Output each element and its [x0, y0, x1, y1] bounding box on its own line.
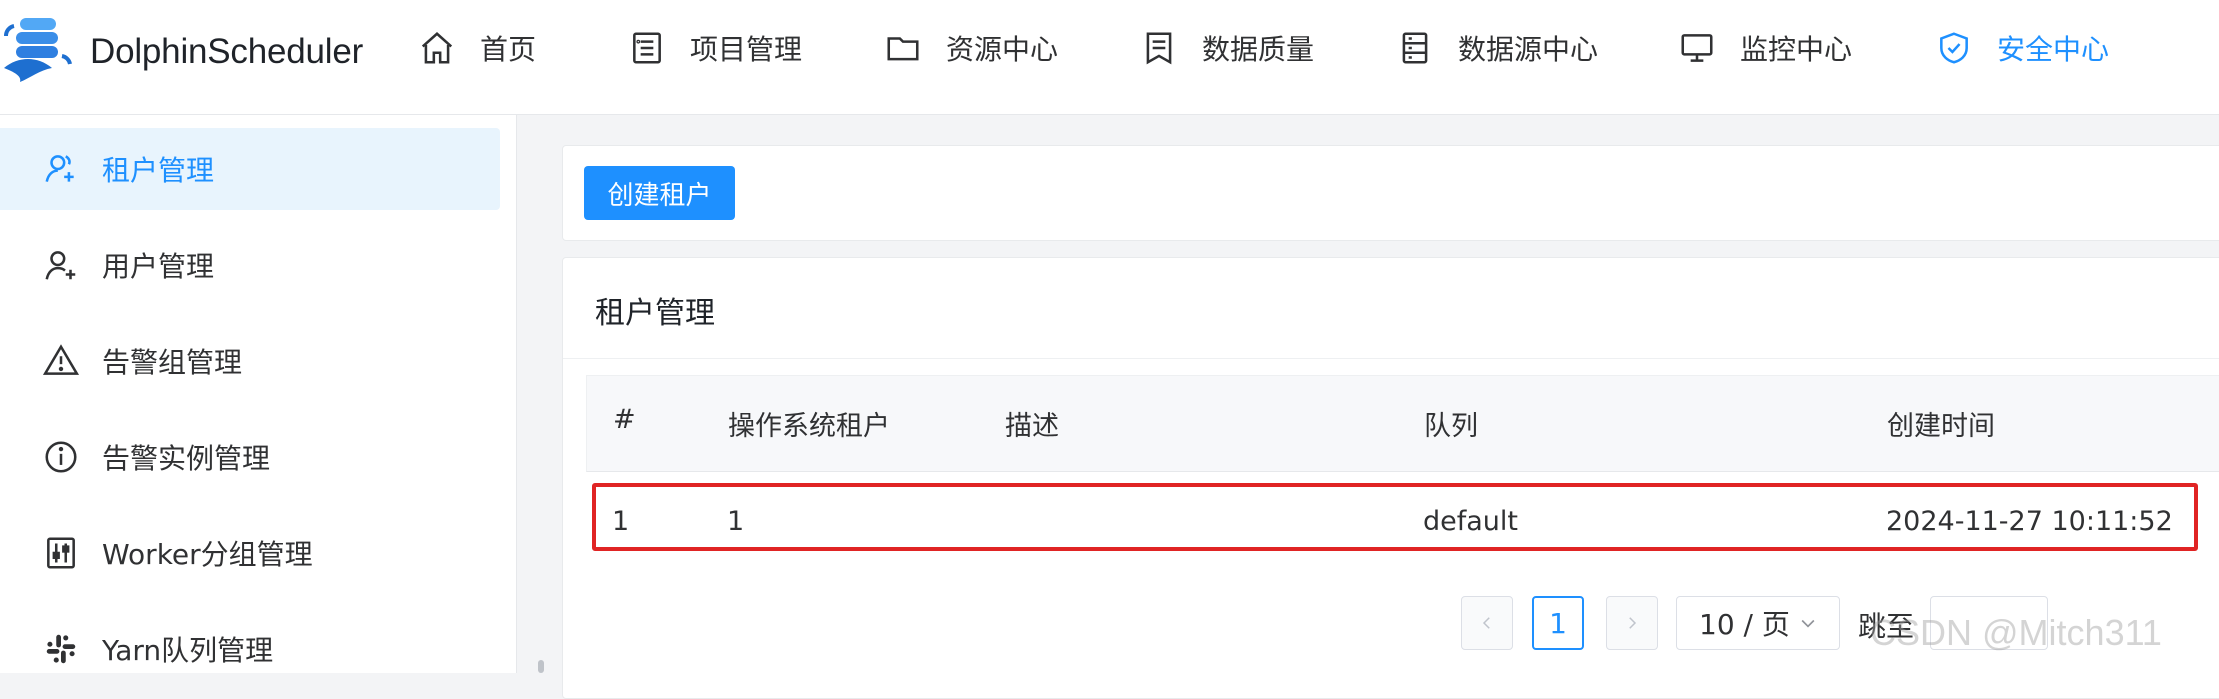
next-page-button[interactable]	[1606, 596, 1658, 650]
sidebar-item-tenant[interactable]: 租户管理	[0, 128, 500, 210]
user-add-icon	[45, 251, 76, 280]
sidebar-item-alert-groups[interactable]: 告警组管理	[0, 320, 500, 402]
nav-label: 项目管理	[690, 33, 803, 66]
shield-check-icon	[1940, 32, 1968, 64]
nav-projects[interactable]: 项目管理	[628, 24, 802, 72]
home-icon	[421, 32, 453, 64]
tenant-table: # 操作系统租户 描述 队列 创建时间 1 1 default 2024-11-…	[586, 375, 2219, 568]
sidebar-item-label: Yarn队列管理	[102, 634, 274, 667]
chevron-down-icon	[1801, 619, 1815, 628]
nav-label: 安全中心	[1997, 33, 2110, 66]
card-title: 租户管理	[595, 296, 715, 331]
folder-icon	[887, 37, 919, 61]
chevron-left-icon	[1482, 617, 1490, 629]
nav-home[interactable]: 首页	[418, 24, 536, 72]
nav-datasource[interactable]: 数据源中心	[1396, 24, 1598, 72]
nav-resources[interactable]: 资源中心	[884, 24, 1058, 72]
toolbar-card: 创建租户	[562, 145, 2219, 241]
sidebar-item-worker-groups[interactable]: Worker分组管理	[0, 512, 500, 594]
warning-icon	[42, 344, 80, 375]
page-size-value: 10 / 页	[1699, 608, 1790, 641]
sidebar-scrollbar[interactable]	[538, 660, 544, 673]
brand[interactable]: DolphinScheduler	[0, 12, 363, 92]
nav-label: 首页	[480, 33, 537, 66]
sidebar-item-label: 告警组管理	[102, 346, 243, 379]
sidebar-item-users[interactable]: 用户管理	[0, 224, 500, 306]
nav-label: 监控中心	[1740, 33, 1853, 66]
table-cell: 1	[612, 506, 630, 537]
nav-label: 数据源中心	[1458, 33, 1599, 66]
chevron-right-icon	[1629, 617, 1637, 629]
column-header: 队列	[1424, 411, 1478, 442]
sidebar-item-label: 告警实例管理	[102, 442, 271, 475]
top-navbar: DolphinScheduler 首页 项目管理 资源中心 数据质量 数据源中心…	[0, 0, 2219, 115]
card-divider	[563, 358, 2219, 359]
table-row[interactable]: 1 1 default 2024-11-27 10:11:52	[586, 472, 2219, 568]
sliders-icon	[47, 537, 75, 569]
sidebar-item-label: Worker分组管理	[102, 538, 313, 571]
sidebar-item-alert-instances[interactable]: 告警实例管理	[0, 416, 500, 498]
project-list-icon	[633, 32, 661, 64]
nav-label: 数据质量	[1202, 33, 1315, 66]
table-cell: 1	[727, 506, 745, 537]
create-tenant-button[interactable]: 创建租户	[584, 166, 735, 220]
table-cell: default	[1423, 506, 1519, 537]
column-header: #	[613, 404, 636, 435]
column-header: 创建时间	[1887, 411, 1995, 442]
column-header: 操作系统租户	[728, 411, 890, 442]
page-number-button[interactable]: 1	[1532, 596, 1584, 650]
column-header: 描述	[1005, 411, 1059, 442]
nav-data-quality[interactable]: 数据质量	[1140, 24, 1314, 72]
tenant-icon	[45, 155, 74, 182]
nav-security[interactable]: 安全中心	[1935, 24, 2109, 72]
info-circle-icon	[45, 441, 77, 473]
slack-icon	[46, 634, 76, 664]
jump-label: 跳至	[1858, 610, 1915, 643]
sidebar-item-label: 租户管理	[102, 154, 215, 187]
jump-page-input[interactable]	[1930, 596, 2048, 650]
document-check-icon	[1146, 32, 1172, 65]
sidebar-item-yarn-queues[interactable]: Yarn队列管理	[0, 608, 500, 690]
monitor-icon	[1681, 34, 1713, 62]
dolphin-logo-icon	[4, 18, 72, 82]
prev-page-button[interactable]	[1461, 596, 1513, 650]
nav-monitor[interactable]: 监控中心	[1678, 24, 1852, 72]
brand-name: DolphinScheduler	[90, 32, 364, 71]
sidebar-item-label: 用户管理	[102, 250, 215, 283]
database-icon	[1402, 32, 1428, 64]
table-cell: 2024-11-27 10:11:52	[1886, 506, 2173, 537]
nav-label: 资源中心	[946, 33, 1059, 66]
sidebar: 租户管理 用户管理 告警组管理 告警实例管理 Worker分组管理 Yarn队列…	[0, 115, 517, 673]
page-size-select[interactable]: 10 / 页	[1676, 596, 1840, 650]
table-header: # 操作系统租户 描述 队列 创建时间	[586, 375, 2219, 472]
